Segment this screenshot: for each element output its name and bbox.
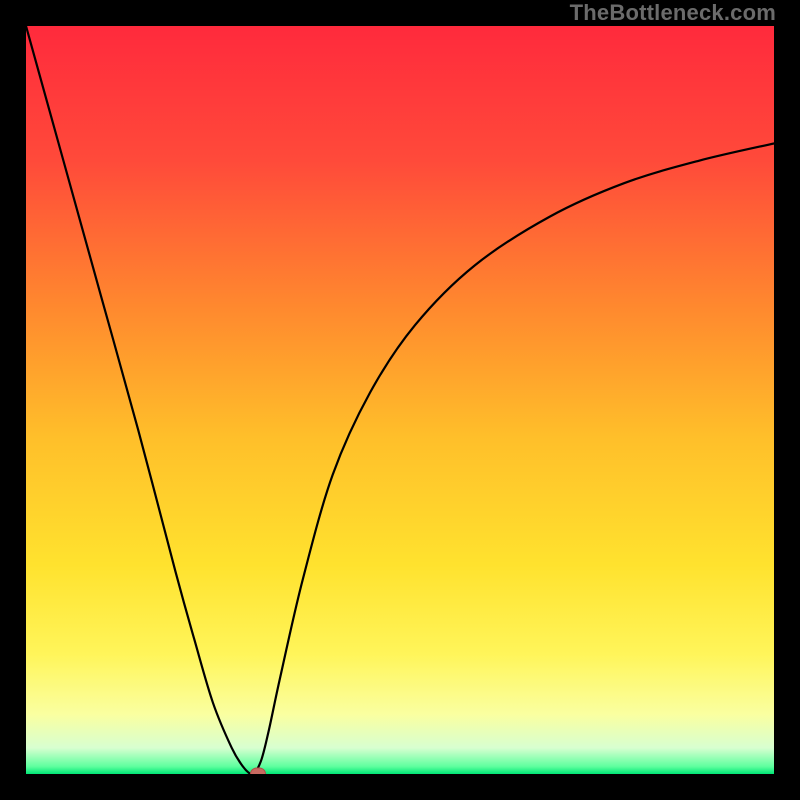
- vertex-marker-dot: [250, 768, 266, 775]
- heat-gradient-background: [26, 26, 774, 774]
- chart-frame: TheBottleneck.com: [0, 0, 800, 800]
- plot-area: [26, 26, 774, 774]
- watermark-text: TheBottleneck.com: [570, 0, 776, 26]
